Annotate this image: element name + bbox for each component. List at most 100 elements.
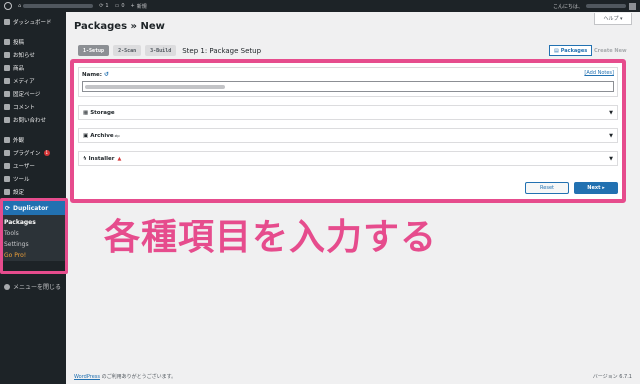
sidebar-item-media[interactable]: メディア (0, 74, 66, 87)
wrench-icon (4, 175, 10, 182)
sidebar-item-dashboard[interactable]: ダッシュボード (0, 15, 66, 28)
sidebar-item-users[interactable]: ユーザー (0, 159, 66, 172)
sidebar-item-label: 外観 (13, 137, 25, 144)
sidebar-item-label: Duplicator (13, 204, 49, 212)
comments-link[interactable]: ▭ 0 (115, 3, 125, 9)
plugin-icon (4, 149, 10, 156)
comments-count: 0 (121, 3, 125, 9)
sidebar-item-label: コメント (13, 104, 36, 111)
page-title: Packages » New (74, 21, 165, 32)
avatar (629, 2, 636, 10)
new-content-link[interactable]: + 新規 (131, 3, 147, 10)
storage-label: Storage (90, 109, 115, 116)
wordpress-logo-icon[interactable] (4, 2, 12, 10)
sidebar-item-posts[interactable]: 投稿 (0, 35, 66, 48)
list-icon: ▤ (554, 47, 559, 54)
sidebar-item-pages[interactable]: 固定ページ (0, 87, 66, 100)
form-actions: Reset Next ▸ (525, 182, 618, 194)
installer-section[interactable]: ϟ Installer ▲ ▼ (78, 151, 618, 166)
sidebar-item-label: 商品 (13, 65, 25, 72)
submenu-go-pro[interactable]: Go Pro! (3, 250, 65, 261)
storage-icon: ▦ (83, 109, 89, 116)
page-icon (4, 90, 10, 97)
reset-name-icon[interactable]: ↺ (104, 71, 109, 78)
wordpress-link[interactable]: WordPress (74, 374, 100, 380)
warning-icon: ▲ (117, 155, 122, 162)
sidebar-item-comments[interactable]: コメント (0, 100, 66, 113)
sidebar-item-tools[interactable]: ツール (0, 172, 66, 185)
chevron-down-icon: ▼ (609, 132, 613, 139)
chevron-down-icon: ▼ (609, 109, 613, 116)
submenu-label: Tools (4, 230, 19, 237)
storage-section[interactable]: ▦ Storage ▼ (78, 105, 618, 120)
sidebar-item-settings[interactable]: 設定 (0, 185, 66, 198)
home-icon: ⌂ (18, 3, 22, 9)
pin-icon (4, 51, 10, 58)
site-name-blurred (23, 4, 94, 8)
installer-label: Installer (88, 155, 115, 162)
sidebar-item-label: 設定 (13, 189, 25, 196)
collapse-menu-button[interactable]: メニューを閉じる (0, 280, 66, 293)
updates-count: 1 (105, 3, 109, 9)
add-notes-link[interactable]: [Add Notes] (584, 70, 614, 76)
package-setup-form: Name: ↺ [Add Notes] ▦ Storage ▼ ▣ Archiv… (70, 59, 626, 203)
sidebar-item-plugins[interactable]: プラグイン 1 (0, 146, 66, 159)
packages-button[interactable]: ▤ Packages (549, 45, 593, 56)
reset-button[interactable]: Reset (525, 182, 569, 194)
help-label: ヘルプ ▾ (603, 16, 623, 22)
collapse-label: メニューを閉じる (13, 284, 62, 291)
submenu-packages[interactable]: Packages (3, 217, 65, 228)
sidebar-item-products[interactable]: 商品 (0, 61, 66, 74)
submenu-settings[interactable]: Settings (3, 239, 65, 250)
archive-format: zip (114, 133, 120, 138)
username-blurred (586, 4, 626, 8)
brush-icon (4, 136, 10, 143)
duplicator-menu-highlight: ⟳ Duplicator Packages Tools Settings Go … (0, 198, 68, 274)
footer-text: のご利用ありがとうございます。 (100, 374, 177, 380)
submenu-label: Packages (4, 219, 36, 226)
sidebar-item-news[interactable]: お知らせ (0, 48, 66, 61)
sidebar-item-label: 固定ページ (13, 91, 41, 98)
submenu-label: Go Pro! (4, 252, 27, 259)
sidebar-item-label: ツール (13, 176, 30, 183)
plugins-update-badge: 1 (43, 149, 51, 156)
package-name-input[interactable] (82, 81, 614, 92)
account-menu[interactable]: こんにちは、 (552, 2, 636, 10)
footer-thanks: WordPress のご利用ありがとうございます。 (74, 373, 176, 380)
comment-icon (4, 103, 10, 110)
help-tab-button[interactable]: ヘルプ ▾ (594, 13, 632, 25)
chevron-down-icon: ▼ (609, 155, 613, 162)
package-name-blurred-value (85, 85, 225, 89)
admin-bar: ⌂ ⟳ 1 ▭ 0 + 新規 こんにちは、 (0, 0, 640, 12)
archive-label: Archive (90, 132, 114, 139)
greeting-text: こんにちは、 (552, 3, 583, 10)
archive-section[interactable]: ▣ Archive zip ▼ (78, 128, 618, 143)
sidebar-item-label: お知らせ (13, 52, 35, 59)
sidebar-item-contact[interactable]: お問い合わせ (0, 113, 66, 126)
step-setup: 1-Setup (78, 45, 110, 56)
sidebar-item-duplicator[interactable]: ⟳ Duplicator (3, 201, 65, 215)
updates-link[interactable]: ⟳ 1 (99, 3, 108, 9)
mail-icon (4, 116, 10, 123)
name-label: Name: (82, 71, 102, 78)
sidebar-item-appearance[interactable]: 外観 (0, 133, 66, 146)
submenu-label: Settings (4, 241, 29, 248)
sidebar-item-label: プラグイン (13, 150, 41, 157)
step-scan: 2-Scan (113, 45, 142, 56)
media-icon (4, 77, 10, 84)
next-button[interactable]: Next ▸ (574, 182, 618, 194)
step-build: 3-Build (145, 45, 177, 56)
updates-icon: ⟳ (99, 3, 104, 9)
archive-icon: ▣ (83, 132, 89, 139)
duplicator-icon: ⟳ (5, 204, 11, 212)
pin-icon (4, 38, 10, 45)
duplicator-submenu: Packages Tools Settings Go Pro! (3, 215, 65, 261)
create-new-button: Create New (594, 47, 627, 54)
submenu-tools[interactable]: Tools (3, 228, 65, 239)
sidebar-item-label: お問い合わせ (13, 117, 47, 124)
pin-icon (4, 64, 10, 71)
settings-icon (4, 188, 10, 195)
comment-icon: ▭ (114, 3, 120, 9)
annotation-caption: 各種項目を入力する (104, 217, 438, 258)
site-name-link[interactable]: ⌂ (18, 3, 94, 9)
